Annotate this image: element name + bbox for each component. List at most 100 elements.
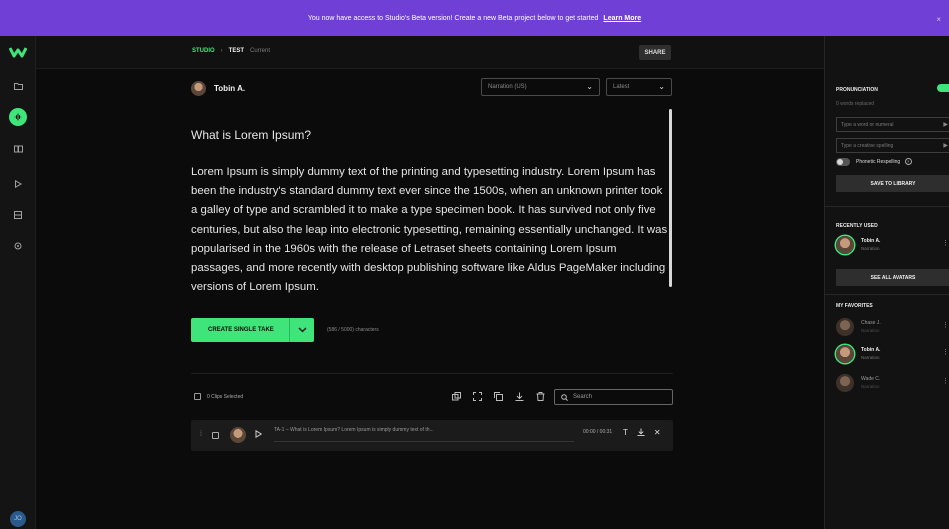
close-icon[interactable]: ✕ xyxy=(654,428,661,438)
voice-icon[interactable] xyxy=(9,108,27,126)
speaker[interactable]: Tobin A. xyxy=(191,81,245,96)
avatar xyxy=(836,345,854,363)
more-icon[interactable]: ⋮ xyxy=(942,348,949,356)
drag-handle-icon[interactable]: ⁞ xyxy=(200,431,202,438)
left-sidebar: JO xyxy=(0,36,36,529)
text-icon[interactable]: T xyxy=(623,428,628,438)
recently-used-heading: RECENTLY USED xyxy=(836,223,878,229)
favorite-avatar-item[interactable]: Wade C. Narration ⋮ xyxy=(836,374,949,394)
phonetic-toggle[interactable] xyxy=(836,158,850,166)
breadcrumb-studio[interactable]: STUDIO xyxy=(192,48,215,54)
folder-icon[interactable] xyxy=(11,79,25,93)
save-to-library-button[interactable]: SAVE TO LIBRARY xyxy=(836,175,949,192)
breadcrumb-separator: › xyxy=(220,48,223,54)
avatar xyxy=(836,236,854,254)
divider xyxy=(825,294,949,295)
search-placeholder: Search xyxy=(573,394,593,400)
avatar-role: Narration xyxy=(861,246,880,251)
avatar-name: Wade C. xyxy=(861,376,881,382)
clip-tools xyxy=(451,391,545,401)
more-icon[interactable]: ⋮ xyxy=(942,377,949,385)
editor-scrollbar[interactable] xyxy=(669,109,672,287)
close-icon[interactable]: × xyxy=(936,15,941,24)
expand-icon[interactable] xyxy=(472,391,482,401)
breadcrumb: STUDIO › TEST Current xyxy=(192,48,270,54)
avatar-role: Narration xyxy=(861,384,880,389)
favorites-heading: MY FAVORITES xyxy=(836,303,873,309)
clips-selected-label: 0 Clips Selected xyxy=(207,394,244,400)
spelling-input-placeholder: Type a creative spelling xyxy=(841,142,894,149)
clips-toolbar: 0 Clips Selected Search xyxy=(191,387,673,407)
create-label: CREATE SINGLE TAKE xyxy=(208,327,274,333)
avatar xyxy=(836,374,854,392)
settings-icon[interactable] xyxy=(11,239,25,253)
clip-actions: T ✕ xyxy=(623,428,661,438)
more-icon[interactable]: ⋮ xyxy=(942,239,949,247)
version-value: Latest xyxy=(613,84,630,90)
favorite-avatar-item[interactable]: Chase J. Narration ⋮ xyxy=(836,318,949,338)
more-icon[interactable]: ⋮ xyxy=(942,321,949,329)
logo-icon[interactable] xyxy=(9,46,27,58)
document-title[interactable]: What is Lorem Ipsum? xyxy=(191,128,311,142)
avatar-role: Narration xyxy=(861,355,880,360)
pronunciation-toggle[interactable] xyxy=(937,84,949,92)
select-all-checkbox[interactable] xyxy=(194,393,201,400)
clip-checkbox[interactable] xyxy=(212,432,219,439)
character-count: (586 / 5000) characters xyxy=(327,327,379,333)
trash-icon[interactable] xyxy=(535,391,545,401)
spelling-input[interactable]: Type a creative spelling ▶ xyxy=(836,138,949,153)
clip-text: TA-1 – What is Lorem Ipsum? Lorem Ipsum … xyxy=(274,427,434,433)
avatar-name: Chase J. xyxy=(861,320,881,326)
top-bar: STUDIO › TEST Current SHARE xyxy=(36,36,824,69)
chevron-down-icon[interactable] xyxy=(290,325,314,335)
phonetic-label-text: Phonetic Respelling xyxy=(856,159,901,165)
divider xyxy=(191,373,673,374)
clip-avatar xyxy=(230,427,246,443)
user-avatar[interactable]: JO xyxy=(10,511,26,527)
copy-icon[interactable] xyxy=(451,391,461,401)
play-icon[interactable] xyxy=(11,177,25,191)
avatar-name: Tobin A. xyxy=(861,347,881,353)
word-input-placeholder: Type a word or numeral xyxy=(841,121,894,128)
chevron-down-icon: ⌄ xyxy=(658,82,665,91)
clip-waveform[interactable] xyxy=(274,441,574,442)
download-icon[interactable] xyxy=(637,428,645,438)
recent-avatar-item[interactable]: Tobin A. Narration ⋮ xyxy=(836,236,949,256)
beta-banner: You now have access to Studio's Beta ver… xyxy=(0,0,949,36)
version-select[interactable]: Latest ⌄ xyxy=(606,78,672,96)
clip-time: 00:00 / 00:31 xyxy=(583,429,613,435)
see-all-avatars-button[interactable]: SEE ALL AVATARS xyxy=(836,269,949,286)
create-single-take-button[interactable]: CREATE SINGLE TAKE xyxy=(191,318,314,342)
help-icon[interactable]: ? xyxy=(904,158,912,165)
phonetic-label: Phonetic Respelling ? xyxy=(856,158,912,165)
divider xyxy=(825,206,949,207)
clip-row[interactable]: ⁞ TA-1 – What is Lorem Ipsum? Lorem Ipsu… xyxy=(191,420,673,451)
download-icon[interactable] xyxy=(514,391,524,401)
search-icon xyxy=(561,393,568,401)
learn-more-link[interactable]: Learn More xyxy=(603,15,641,22)
avatar-name: Tobin A. xyxy=(861,238,881,244)
breadcrumb-project[interactable]: TEST xyxy=(229,48,244,54)
words-replaced: 0 words replaced xyxy=(836,101,875,107)
voice-style-value: Narration (US) xyxy=(488,84,527,90)
grid-icon[interactable] xyxy=(11,208,25,222)
speaker-name: Tobin A. xyxy=(214,84,246,93)
speaker-avatar xyxy=(191,81,206,96)
banner-message: You now have access to Studio's Beta ver… xyxy=(307,14,599,22)
document-body[interactable]: Lorem Ipsum is simply dummy text of the … xyxy=(191,163,671,297)
clips-search-input[interactable]: Search xyxy=(554,389,673,405)
avatar-role: Narration xyxy=(861,328,880,333)
send-arrow-icon[interactable]: ▶ xyxy=(943,142,948,149)
favorite-avatar-item[interactable]: Tobin A. Narration ⋮ xyxy=(836,345,949,365)
book-icon[interactable] xyxy=(11,142,25,156)
play-icon[interactable] xyxy=(255,429,263,440)
breadcrumb-status: Current xyxy=(250,48,271,54)
right-panel: PRONUNCIATION 0 words replaced Type a wo… xyxy=(824,36,949,529)
chevron-down-icon: ⌄ xyxy=(586,82,593,91)
send-arrow-icon[interactable]: ▶ xyxy=(943,121,948,128)
duplicate-icon[interactable] xyxy=(493,391,503,401)
word-input[interactable]: Type a word or numeral ▶ xyxy=(836,117,949,132)
share-button[interactable]: SHARE xyxy=(639,45,671,60)
editor: Tobin A. Narration (US) ⌄ Latest ⌄ What … xyxy=(36,69,824,529)
voice-style-select[interactable]: Narration (US) ⌄ xyxy=(481,78,600,96)
